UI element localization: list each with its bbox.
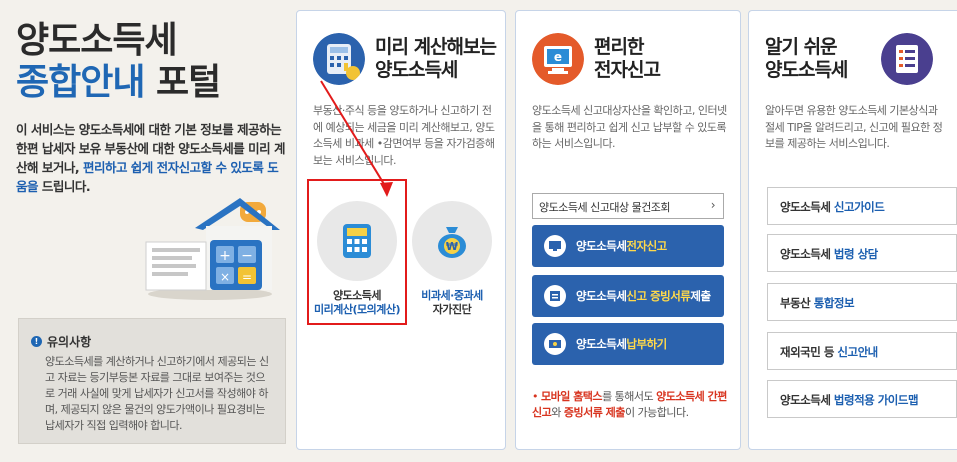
portal-intro-section: 양도소득세 종합안내 포털 이 서비스는 양도소득세에 대한 기본 정보를 제공… [0,0,290,462]
evidence-submit-button[interactable]: 양도소득세 신고 증빙서류 제출 [532,275,724,317]
efile-panel-header: e 편리한 전자신고 [532,33,661,85]
real-estate-info-label: 부동산 [780,296,814,310]
target-property-lookup-label: 양도소득세 신고대상 물건조회 [539,201,671,214]
info-panel-title-line1: 알기 쉬운 [765,36,838,58]
efile-panel-desc: 양도소득세 신고대상자산을 확인하고, 인터넷을 통해 편리하고 쉽게 신고 납… [532,104,727,150]
report-guide-highlight: 신고가이드 [833,200,885,214]
info-panel-title-wrap: 알기 쉬운 양도소득세 [765,36,848,82]
real-estate-info-highlight: 통합정보 [813,296,855,310]
red-arrow-annotation [320,80,393,197]
portal-title-rest: 포털 [144,62,221,103]
self-diagnosis-service[interactable]: ₩ 비과세·중과세 자가진단 [407,201,497,317]
calculator-icon [343,224,371,258]
mock-calc-service[interactable]: 양도소득세 미리계산(모의계산) [312,201,402,317]
mobile-hometax-note: • 모바일 홈택스를 통해서도 양도소득세 간편신고와 증빙서류 제출이 가능합… [532,389,732,421]
mock-calc-label-line1: 양도소득세 [332,289,382,302]
report-guide-link[interactable]: 양도소득세 신고가이드 [767,187,957,225]
intro-part2: 드립니다. [38,179,91,194]
efile-button[interactable]: 양도소득세 전자신고 [532,225,724,267]
evidence-submit-label-post: 제출 [690,289,711,303]
svg-text:₩: ₩ [446,240,458,253]
self-diagnosis-circle[interactable]: ₩ [412,201,492,281]
overseas-report-highlight: 신고안내 [837,345,878,359]
self-diagnosis-label[interactable]: 비과세·중과세 자가진단 [407,289,497,317]
document-icon [544,285,566,307]
mock-calc-label-line2: 미리계산(모의계산) [313,303,401,316]
mobile-note-text-d: 와 [551,406,564,419]
computer-icon [544,235,566,257]
payment-button-label: 양도소득세 [576,337,627,351]
self-diagnosis-label-line1: 비과세·중과세 [421,289,483,302]
self-diagnosis-label-line2: 자가진단 [432,303,472,316]
notice-box: ! 유의사항 양도소득세를 계산하거나 신고하기에서 제공되는 신고 자료는 등기… [18,318,286,444]
money-bag-icon: ₩ [438,227,466,258]
info-panel-desc: 알아두면 유용한 양도소득세 기본상식과 절세 TIP을 알려드리고, 신고에 … [765,104,943,150]
mobile-evidence-submit: 증빙서류 제출 [563,406,626,419]
law-guide-map-label: 양도소득세 [780,393,834,407]
portal-title-highlight: 종합안내 [16,62,145,103]
law-guide-map-link[interactable]: 양도소득세 법령적용 가이드맵 [767,380,957,418]
info-icon: ! [31,336,42,347]
evidence-submit-label: 양도소득세 [576,289,627,303]
payment-icon [544,333,566,355]
law-consult-label: 양도소득세 [780,247,834,261]
mobile-note-text-f: 이 가능합니다. [624,406,689,419]
svg-text:=: = [242,270,252,284]
portal-intro-text: 이 서비스는 양도소득세에 대한 기본 정보를 제공하는 한편 납세자 보유 부… [16,120,286,196]
mobile-note-text-b: 를 통해서도 [602,390,657,403]
evidence-submit-highlight: 신고 증빙서류 [626,289,691,303]
calc-panel: 미리 계산해보는 양도소득세 부동산·주식 등을 양도하거나 신고하기 전에 예… [296,10,506,450]
efile-button-highlight: 전자신고 [626,239,667,253]
calc-panel-title-line1: 미리 계산해보는 [375,36,497,58]
info-panel-header: 알기 쉬운 양도소득세 [765,33,934,85]
svg-text:+: + [219,248,231,264]
calculator-icon [313,33,365,85]
info-panel-title-line2: 양도소득세 [765,59,848,81]
report-guide-label: 양도소득세 [780,200,834,214]
svg-text:−: − [241,248,253,264]
overseas-report-link[interactable]: 재외국민 등 신고안내 [767,332,957,370]
mock-calc-circle[interactable] [317,201,397,281]
bullet-dot: • [532,390,539,403]
portal-title: 양도소득세 종합안내 포털 [16,20,221,104]
overseas-report-label: 재외국민 등 [780,345,838,359]
efile-panel: e 편리한 전자신고 양도소득세 신고대상자산을 확인하고, 인터넷을 통해 편… [515,10,741,450]
law-guide-map-highlight: 법령적용 가이드맵 [833,393,919,407]
computer-e-icon: e [532,33,584,85]
mobile-hometax-link[interactable]: 모바일 홈택스 [541,390,603,403]
law-consult-link[interactable]: 양도소득세 법령 상담 [767,234,957,272]
info-panel: 알기 쉬운 양도소득세 알아두면 유용한 양도소득세 기본상식과 절세 TIP을… [748,10,957,450]
efile-panel-title-line1: 편리한 [594,36,644,58]
house-calculator-illustration: + − × = [145,198,280,300]
chevron-right-icon: › [710,198,716,212]
checklist-icon [881,33,934,85]
calc-panel-header: 미리 계산해보는 양도소득세 [313,33,497,85]
notice-title: ! 유의사항 [31,333,273,350]
efile-button-label: 양도소득세 [576,239,627,253]
notice-title-text: 유의사항 [47,335,92,349]
portal-title-line1: 양도소득세 [16,20,178,61]
payment-button-highlight: 납부하기 [626,337,667,351]
target-property-lookup[interactable]: 양도소득세 신고대상 물건조회 › [532,193,724,219]
payment-button[interactable]: 양도소득세 납부하기 [532,323,724,365]
svg-text:×: × [220,270,230,284]
portal-title-line2: 종합안내 포털 [16,62,221,104]
law-consult-highlight: 법령 상담 [833,247,878,261]
notice-body: 양도소득세를 계산하거나 신고하기에서 제공되는 신고 자료는 등기부등본 자료… [45,355,269,432]
svg-text:e: e [554,50,562,64]
efile-panel-title-line2: 전자신고 [594,59,661,81]
mock-calc-label[interactable]: 양도소득세 미리계산(모의계산) [312,289,402,317]
real-estate-info-link[interactable]: 부동산 통합정보 [767,283,957,321]
